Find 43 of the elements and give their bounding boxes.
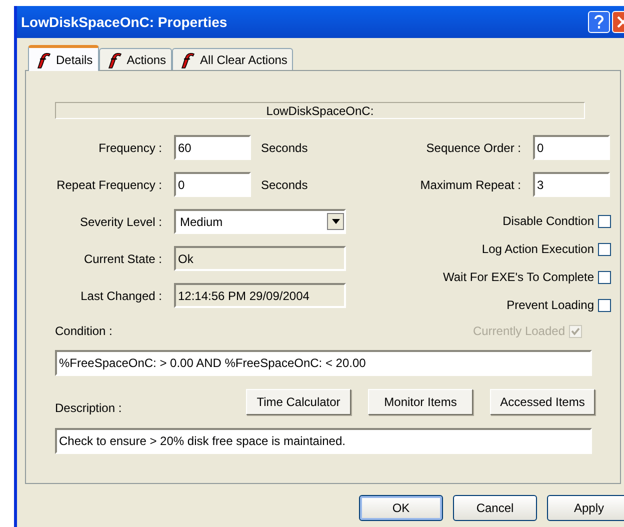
- unit-label: Seconds: [261, 176, 308, 194]
- help-button[interactable]: [588, 11, 610, 33]
- checkbox[interactable]: [598, 214, 611, 228]
- unit-label: Seconds: [261, 140, 308, 156]
- severity-dropdown[interactable]: Medium: [174, 209, 346, 234]
- checkbox[interactable]: [598, 242, 611, 256]
- tab[interactable]: Details: [28, 45, 99, 71]
- checkbox-label: Log Action Execution: [482, 241, 594, 258]
- checkbox-label: Wait For EXE's To Complete: [442, 269, 594, 286]
- checkbox-label: Prevent Loading: [506, 297, 594, 314]
- condition-field[interactable]: %FreeSpaceOnC: > 0.00 AND %FreeSpaceOnC: < 20.00: [55, 350, 592, 376]
- field-label: Maximum Repeat :: [420, 176, 521, 194]
- field-label: Current State :: [82, 250, 163, 268]
- number-field[interactable]: 60: [174, 135, 251, 160]
- checkbox-label: Disable Condtion: [502, 213, 594, 230]
- dialog-button[interactable]: Apply: [547, 495, 624, 521]
- check-icon: [571, 326, 580, 336]
- field-label: Last Changed :: [80, 288, 163, 304]
- dialog-button[interactable]: Cancel: [453, 495, 537, 521]
- tool-button[interactable]: Time Calculator: [246, 389, 351, 415]
- description-label: Description :: [55, 400, 123, 417]
- number-field[interactable]: 0: [174, 172, 251, 197]
- readonly-field: 12:14:56 PM 29/09/2004: [174, 283, 346, 308]
- checkbox[interactable]: [598, 270, 611, 284]
- checkbox-label: Currently Loaded: [472, 323, 565, 340]
- condition-label: Condition :: [55, 323, 112, 340]
- description-field[interactable]: Check to ensure > 20% disk free space is maintained.: [55, 428, 592, 454]
- number-field[interactable]: 0: [533, 135, 610, 160]
- field-label: Sequence Order :: [426, 140, 521, 156]
- tool-button[interactable]: Accessed Items: [490, 389, 595, 415]
- field-label: Frequency :: [98, 140, 163, 156]
- tool-button[interactable]: Monitor Items: [368, 389, 473, 415]
- window-title: LowDiskSpaceOnC: Properties: [21, 12, 228, 32]
- number-field[interactable]: 3: [533, 172, 610, 197]
- readonly-field: Ok: [174, 246, 346, 271]
- tab[interactable]: All Clear Actions: [172, 48, 294, 70]
- checkbox[interactable]: [598, 298, 611, 312]
- condition-name-header: LowDiskSpaceOnC:: [55, 102, 585, 119]
- field-label: Severity Level :: [78, 214, 163, 230]
- help-icon: [594, 15, 604, 29]
- tab[interactable]: Actions: [98, 48, 172, 70]
- dialog-button[interactable]: OK: [359, 495, 443, 521]
- field-label: Repeat Frequency :: [56, 176, 163, 194]
